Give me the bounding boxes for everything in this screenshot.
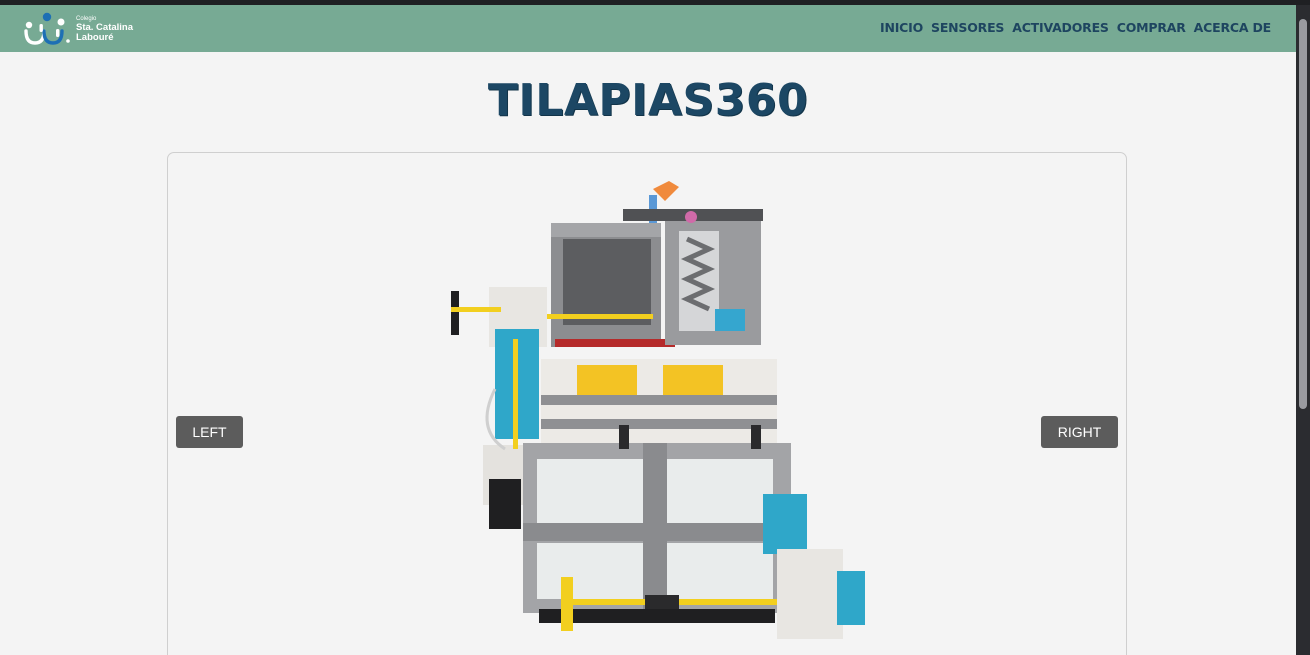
page-title: TILAPIAS360 [487, 75, 809, 126]
lego-model-image [451, 181, 865, 639]
nav-link-comprar[interactable]: COMPRAR [1117, 20, 1186, 35]
brand-logo[interactable]: Colegio Sta. Catalina Labouré [24, 12, 133, 46]
rotate-left-button[interactable]: LEFT [176, 416, 243, 448]
product-360-viewer[interactable]: LEFT RIGHT [167, 152, 1127, 655]
brand-name-line1: Sta. Catalina [76, 21, 134, 33]
brand-text: Colegio Sta. Catalina Labouré [76, 16, 133, 43]
brand-name-line2: Labouré [76, 31, 114, 43]
page-viewport: Colegio Sta. Catalina Labouré INICIO SEN… [0, 5, 1296, 655]
nav-link-activadores[interactable]: ACTIVADORES [1012, 20, 1109, 35]
navbar: Colegio Sta. Catalina Labouré INICIO SEN… [0, 5, 1296, 52]
page-scrollbar[interactable] [1296, 5, 1310, 655]
scrollbar-thumb[interactable] [1299, 19, 1307, 409]
rotate-right-button[interactable]: RIGHT [1041, 416, 1118, 448]
school-logo-icon [24, 12, 70, 45]
nav-link-acerca-de[interactable]: ACERCA DE [1194, 20, 1272, 35]
brand-small-label: Colegio [76, 15, 97, 22]
nav-menu: INICIO SENSORES ACTIVADORES COMPRAR ACER… [880, 20, 1271, 35]
nav-link-sensores[interactable]: SENSORES [931, 20, 1004, 35]
nav-link-inicio[interactable]: INICIO [880, 20, 923, 35]
